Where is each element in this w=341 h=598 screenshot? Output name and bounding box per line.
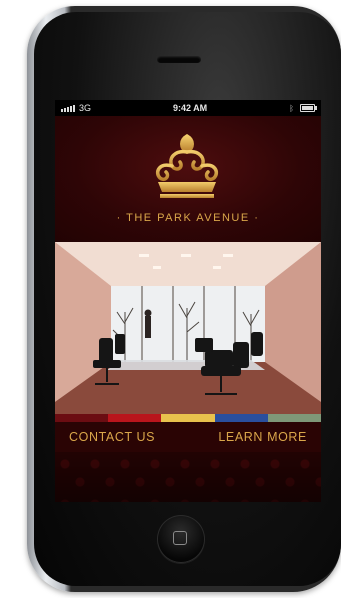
color-stripe (55, 414, 321, 422)
status-bar: 3G 9:42 AM ᛒ (55, 100, 321, 116)
battery-icon (299, 104, 317, 112)
bluetooth-icon: ᛒ (289, 103, 294, 113)
app-screen: 3G 9:42 AM ᛒ · THE PARK AVENUE · CONTACT… (55, 100, 321, 502)
earpiece-speaker (157, 56, 201, 63)
decorative-pattern (55, 452, 321, 502)
brand-header: · THE PARK AVENUE · (55, 116, 321, 242)
brand-name: THE PARK AVENUE (126, 212, 250, 224)
carrier-label: 3G (79, 103, 92, 113)
boardroom-photo (55, 242, 321, 414)
home-button-icon[interactable] (157, 515, 205, 563)
crown-fleur-icon (155, 133, 219, 198)
contact-us-link[interactable]: CONTACT US (69, 430, 155, 444)
signal-icon (61, 104, 75, 112)
home-square-icon (173, 531, 187, 545)
status-time: 9:42 AM (173, 103, 208, 113)
learn-more-link[interactable]: LEARN MORE (218, 430, 307, 444)
nav-bar: CONTACT US LEARN MORE (55, 422, 321, 452)
